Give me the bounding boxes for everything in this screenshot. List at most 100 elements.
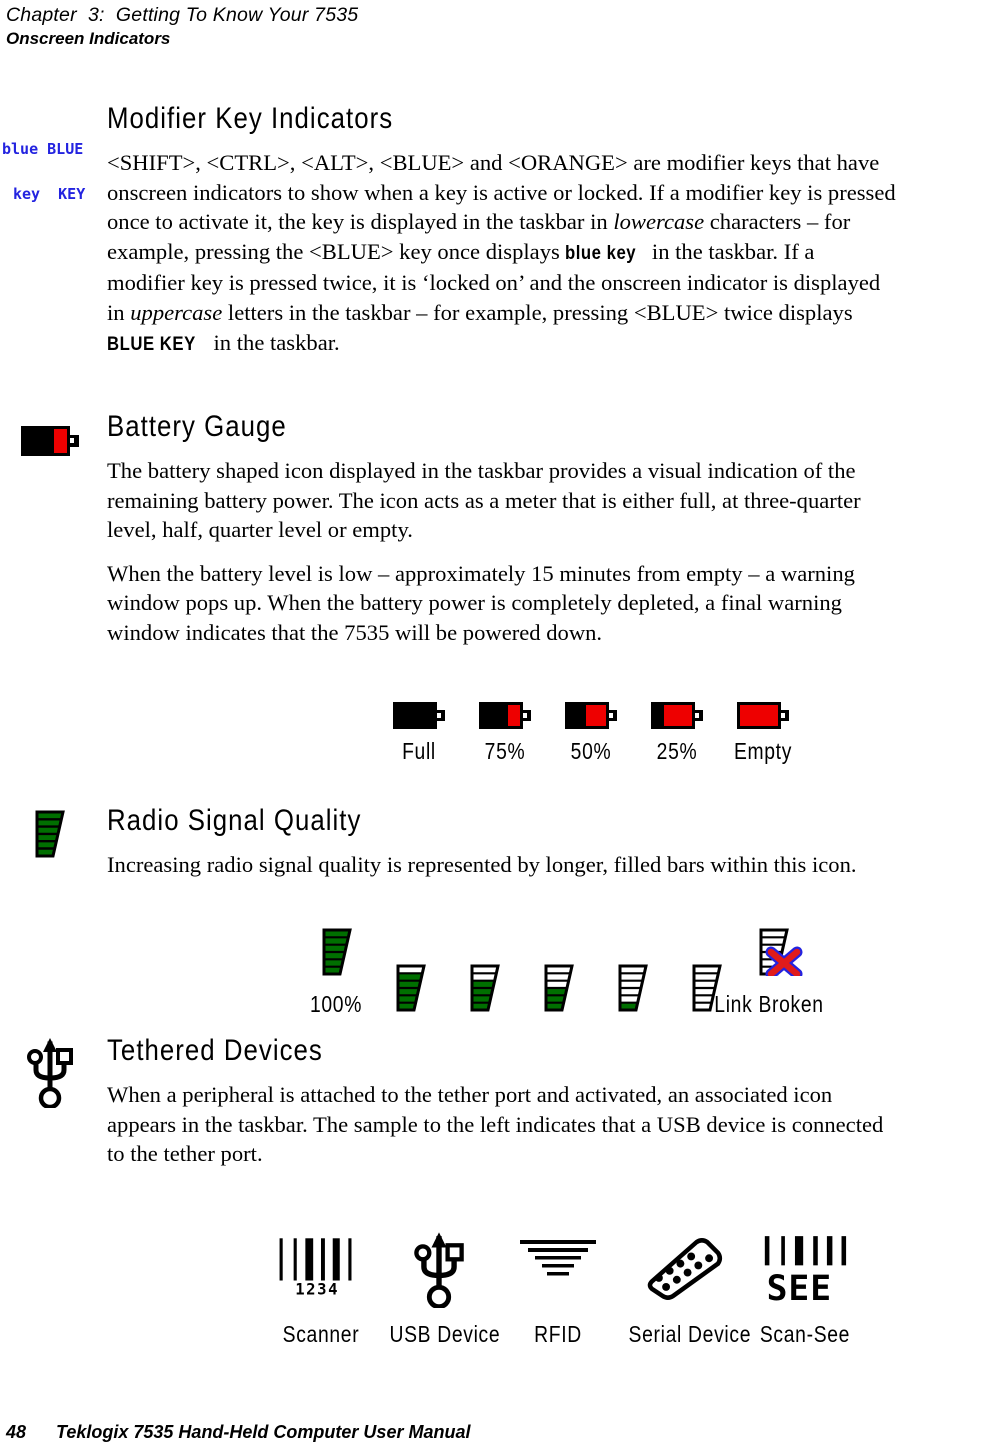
radio-signal-icon: [757, 928, 805, 976]
tethered-device-item: SEE Scan-See: [750, 1230, 860, 1348]
radio-signal-item: [374, 964, 448, 1017]
radio-signal-glyph: [470, 964, 500, 1012]
radio-signal-glyph: [35, 810, 65, 858]
radio-signal-item: [448, 964, 522, 1017]
battery-gauge-legend: Full 75% 50% 25% Empty: [0, 702, 1005, 765]
page-number: 48: [6, 1422, 27, 1442]
tethered-device-label: Serial Device: [628, 1321, 752, 1347]
battery-icon: [479, 702, 531, 729]
tethered-device-label: Scan-See: [759, 1321, 851, 1347]
radio-signal-glyph: [322, 928, 352, 976]
running-head-section: Onscreen Indicators: [6, 29, 171, 48]
battery-margin-icon: [0, 426, 100, 456]
battery-gauge-label: Empty: [733, 738, 793, 764]
modifier-em-lowercase: lowercase: [613, 209, 705, 235]
paragraph-tethered: When a peripheral is attached to the tet…: [107, 1082, 884, 1167]
battery-terminal: [781, 710, 789, 721]
scan-see-icon: SEE: [764, 1236, 860, 1309]
radio-signal-icon: [320, 928, 354, 976]
section-tethered-devices: Tethered Devices When a peripheral is at…: [0, 1036, 1005, 1169]
blue-key-line-1: blue BLUE: [2, 140, 84, 158]
battery-body: [21, 426, 70, 456]
blue-key-line-2: key KEY: [13, 185, 86, 203]
page-footer: 48 Teklogix 7535 Hand-Held Computer User …: [6, 1422, 906, 1443]
barcode-scanner-icon-wrap: 1234: [278, 1228, 364, 1313]
radio-signal-item: [522, 964, 596, 1017]
battery-gauge-item: 75%: [462, 702, 548, 765]
modifier-kbd-blue-key: blue key: [565, 242, 637, 264]
tethered-device-item: Serial Device: [618, 1230, 750, 1348]
radio-signal-glyph: [618, 964, 648, 1012]
radio-signal-glyph: [544, 964, 574, 1012]
radio-signal-legend: 100% Link Broken: [0, 928, 1005, 1018]
heading-radio-signal-quality: Radio Signal Quality: [107, 804, 362, 837]
battery-gauge-label: Full: [402, 738, 436, 764]
modifier-text-4: letters in the taskbar – for example, pr…: [222, 299, 853, 325]
battery-icon: [393, 702, 445, 729]
heading-modifier-key-indicators: Modifier Key Indicators: [107, 102, 394, 135]
manual-page: Chapter 3: Getting To Know Your 7535 Ons…: [0, 0, 1005, 1451]
battery-terminal: [609, 710, 617, 721]
radio-signal-item: 100%: [300, 928, 374, 1018]
paragraph-radio: Increasing radio signal quality is repre…: [107, 852, 857, 877]
battery-gauge-item: 50%: [548, 702, 634, 765]
serial-connector-icon: [647, 1238, 723, 1300]
radio-signal-icon: [394, 964, 428, 1012]
usb-icon: [414, 1232, 464, 1310]
battery-terminal: [523, 710, 531, 721]
battery-fill: [586, 705, 606, 726]
radio-signal-icon: [542, 964, 576, 1012]
svg-text:SEE: SEE: [767, 1269, 832, 1308]
battery-icon: [565, 702, 617, 729]
scan-see-icon-wrap: SEE: [763, 1230, 860, 1313]
battery-gauge-item: Full: [376, 702, 462, 765]
battery-fill: [54, 429, 67, 453]
battery-terminal: [70, 435, 79, 447]
radio-signal-glyph: [759, 928, 803, 976]
battery-terminal: [695, 710, 703, 721]
barcode-scanner-icon: 1234: [279, 1238, 352, 1299]
battery-gauge-item: 25%: [634, 702, 720, 765]
battery-body: [565, 702, 609, 729]
radio-signal-icon: [616, 964, 650, 1012]
modifier-kbd-BLUE-KEY: BLUE KEY: [107, 333, 196, 355]
running-head: Chapter 3: Getting To Know Your 7535 Ons…: [6, 4, 706, 49]
battery-body: [393, 702, 437, 729]
battery-fill: [664, 705, 692, 726]
heading-tethered-devices: Tethered Devices: [107, 1034, 323, 1067]
heading-battery-gauge: Battery Gauge: [107, 410, 287, 443]
battery-icon: [21, 426, 79, 456]
battery-icon: [737, 702, 789, 729]
battery-body: [479, 702, 523, 729]
battery-fill: [740, 705, 778, 726]
paragraph-battery-1: The battery shaped icon displayed in the…: [107, 458, 861, 543]
tethered-device-item: 1234 Scanner: [262, 1228, 380, 1348]
usb-icon-wrap: [411, 1230, 467, 1313]
modifier-em-uppercase: uppercase: [130, 299, 223, 325]
paragraph-battery-2: When the battery level is low – approxim…: [107, 560, 855, 645]
serial-connector-icon-wrap: [641, 1230, 727, 1313]
tethered-device-label: USB Device: [389, 1321, 501, 1347]
radio-signal-label: 100%: [309, 991, 363, 1017]
paragraph-modifier: <SHIFT>, <CTRL>, <ALT>, <BLUE> and <ORAN…: [107, 148, 897, 359]
radio-signal-label: Link Broken: [714, 991, 824, 1017]
section-radio-signal-quality: Radio Signal Quality Increasing radio si…: [0, 806, 1005, 880]
tethered-device-label: RFID: [534, 1321, 582, 1347]
battery-gauge-label: 25%: [656, 738, 698, 764]
footer-manual-title: Teklogix 7535 Hand-Held Computer User Ma…: [56, 1422, 471, 1442]
usb-icon: [27, 1038, 73, 1110]
battery-gauge-label: 75%: [484, 738, 526, 764]
svg-text:1234: 1234: [295, 1280, 339, 1299]
battery-icon: [651, 702, 703, 729]
usb-margin-icon: [0, 1036, 100, 1113]
radio-signal-glyph: [396, 964, 426, 1012]
radio-signal-icon: [33, 810, 67, 858]
section-modifier-key-indicators: blue BLUE key KEY Modifier Key Indicator…: [0, 104, 1005, 359]
section-battery-gauge: Battery Gauge The battery shaped icon di…: [0, 412, 1005, 648]
radio-margin-icon: [0, 810, 100, 863]
battery-terminal: [437, 710, 445, 721]
tethered-device-label: Scanner: [282, 1321, 360, 1347]
tethered-device-item: RFID: [498, 1230, 618, 1348]
battery-body: [737, 702, 781, 729]
radio-signal-icon: [468, 964, 502, 1012]
